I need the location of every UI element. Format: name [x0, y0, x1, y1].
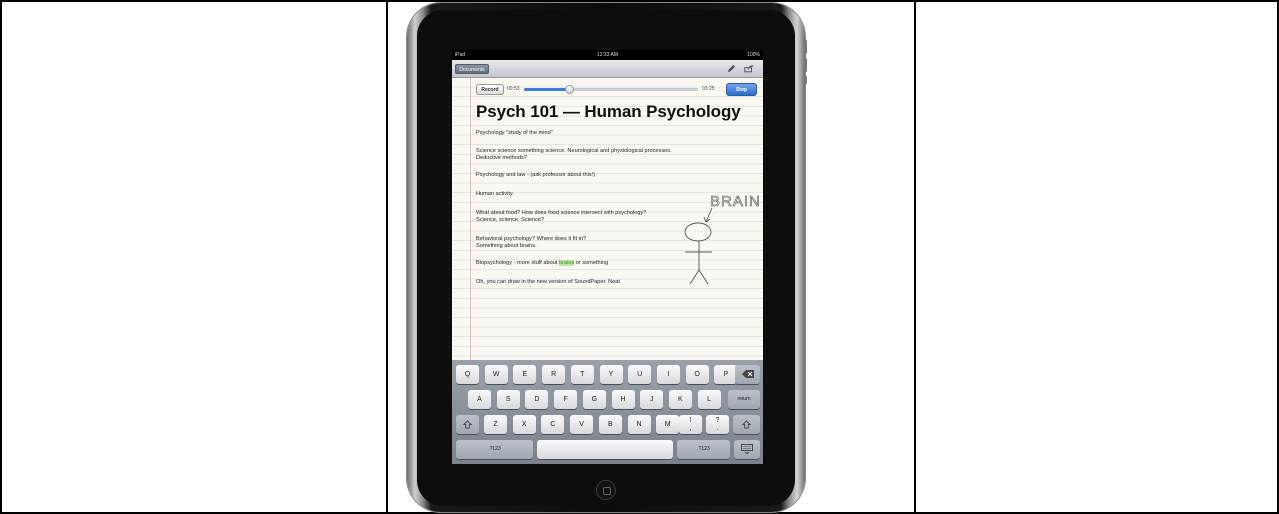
clock: 12:33 AM: [596, 52, 619, 58]
key-z[interactable]: Z: [484, 415, 507, 434]
note-line-biopsychology[interactable]: Biopsychology - more stuff about brains …: [476, 260, 608, 267]
key-h[interactable]: H: [611, 390, 635, 409]
note-line[interactable]: Psychology "study of the mind": [476, 130, 553, 137]
on-screen-keyboard: Q W E R T Y U I O P A S D F G H J K Lreturn Z X C V B N M! ,? ..?…: [452, 360, 763, 464]
key-m[interactable]: M: [656, 415, 680, 434]
numbers-key-right[interactable]: .?123: [677, 440, 730, 459]
home-button[interactable]: [596, 480, 616, 500]
key-y[interactable]: Y: [599, 365, 623, 384]
share-icon[interactable]: [744, 64, 754, 73]
key-e[interactable]: E: [513, 365, 537, 384]
key-f[interactable]: F: [554, 390, 578, 409]
note-line[interactable]: Science science something science. Neuro…: [476, 148, 672, 155]
shift-key-left[interactable]: [456, 415, 479, 434]
key-x[interactable]: X: [512, 415, 536, 434]
record-button[interactable]: Record: [476, 84, 504, 95]
note-line[interactable]: Deductive methods?: [476, 155, 527, 162]
pencil-icon[interactable]: [727, 64, 736, 73]
paper-margin: [470, 78, 471, 360]
key-r[interactable]: R: [542, 365, 566, 384]
backspace-icon: [741, 370, 754, 378]
table-divider-right: [914, 0, 916, 514]
elapsed-time: 00:53: [507, 86, 520, 92]
key-d[interactable]: D: [525, 390, 549, 409]
key-question-period[interactable]: ? .: [706, 415, 729, 434]
stop-button[interactable]: Stop: [726, 83, 757, 96]
key-i[interactable]: I: [656, 365, 680, 384]
hide-keyboard-key[interactable]: [734, 440, 760, 459]
table-divider-left: [386, 0, 388, 514]
battery-label: 100%: [747, 52, 760, 58]
key-l[interactable]: L: [697, 390, 721, 409]
backspace-key[interactable]: [735, 365, 760, 384]
document-title: Psych 101 — Human Psychology: [476, 102, 741, 121]
shift-icon: [462, 420, 473, 429]
playback-progress: [524, 88, 570, 91]
key-b[interactable]: B: [598, 415, 622, 434]
total-time: 03:25: [702, 86, 715, 92]
key-exclamation-comma[interactable]: ! ,: [679, 415, 702, 434]
bio-text-end: or something: [574, 260, 609, 266]
top-toolbar: Documents: [452, 60, 763, 78]
key-k[interactable]: K: [668, 390, 692, 409]
ipad-screen: iPad 12:33 AM 100% Documents Record 00:5…: [452, 50, 763, 464]
note-line[interactable]: Oh, you can draw in the new version of S…: [476, 279, 622, 286]
return-key[interactable]: return: [728, 390, 760, 409]
note-line[interactable]: Something about brains.: [476, 243, 537, 250]
key-s[interactable]: S: [496, 390, 520, 409]
status-bar: iPad 12:33 AM 100%: [452, 50, 763, 60]
key-w[interactable]: W: [484, 365, 508, 384]
key-j[interactable]: J: [640, 390, 664, 409]
note-line[interactable]: Psychology and law - (ask professor abou…: [476, 172, 595, 179]
key-t[interactable]: T: [570, 365, 594, 384]
documents-button[interactable]: Documents: [455, 64, 489, 74]
space-bar[interactable]: [537, 440, 673, 459]
highlighted-word: brains: [558, 260, 575, 266]
playback-slider[interactable]: [524, 85, 698, 94]
note-line[interactable]: Human activity.: [476, 191, 514, 198]
volume-up-button: [804, 40, 807, 54]
key-n[interactable]: N: [627, 415, 651, 434]
key-g[interactable]: G: [582, 390, 606, 409]
key-v[interactable]: V: [570, 415, 594, 434]
numbers-key-left[interactable]: .?123: [456, 440, 533, 459]
volume-down-button: [804, 58, 807, 72]
key-a[interactable]: A: [468, 390, 491, 409]
stick-figure-drawing: BRAIN: [684, 193, 761, 285]
key-q[interactable]: Q: [456, 365, 479, 384]
drawing-label: BRAIN: [710, 193, 761, 210]
note-line[interactable]: Science, science. Science?: [476, 217, 544, 224]
recording-bar: Record 00:53 03:25 Stop: [476, 83, 757, 96]
key-c[interactable]: C: [541, 415, 565, 434]
key-u[interactable]: U: [628, 365, 652, 384]
key-o[interactable]: O: [685, 365, 709, 384]
note-line[interactable]: Behavioral psychology? Where does it fit…: [476, 236, 586, 243]
key-p[interactable]: P: [714, 365, 738, 384]
shift-key-right[interactable]: [733, 415, 760, 434]
note-line[interactable]: What about food? How does food science i…: [476, 210, 646, 217]
playback-thumb[interactable]: [565, 85, 575, 94]
keyboard-hide-icon: [741, 444, 753, 455]
mute-switch: [804, 76, 807, 84]
shift-icon: [741, 420, 752, 429]
bio-text-start: Biopsychology - more stuff about: [476, 260, 559, 266]
